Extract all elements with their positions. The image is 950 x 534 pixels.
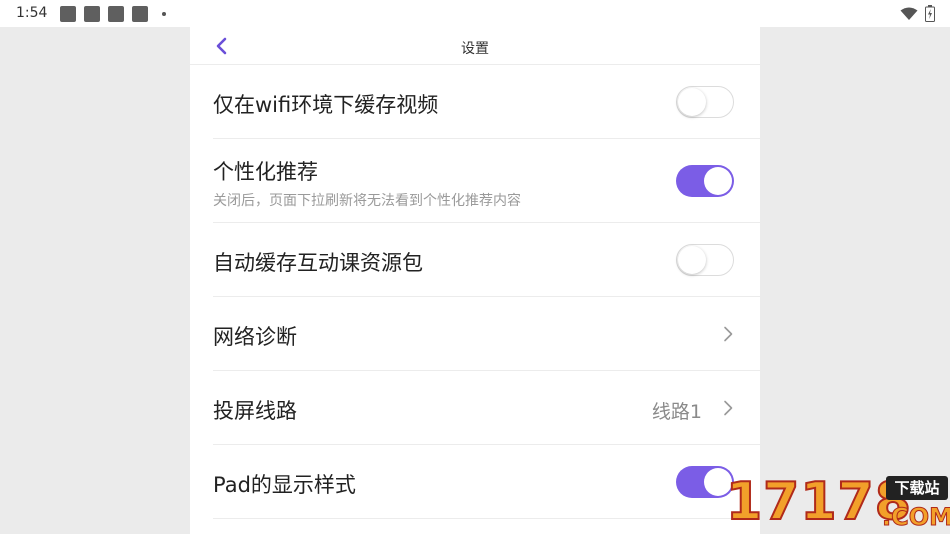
page-title: 设置	[461, 41, 489, 57]
toggle-knob	[678, 246, 706, 274]
setting-subtitle: 关闭后，页面下拉刷新将无法看到个性化推荐内容	[213, 193, 521, 209]
wifi-cache-toggle[interactable]	[676, 86, 734, 118]
battery-icon	[925, 5, 935, 22]
site-watermark: 17178 下载站 .COM	[722, 470, 950, 534]
setting-label: 网络诊断	[213, 325, 297, 349]
toggle-knob	[704, 167, 732, 195]
watermark-suffix: .COM	[881, 503, 950, 531]
setting-cast-route[interactable]: 投屏线路 线路1	[213, 371, 760, 445]
notification-icon	[108, 6, 124, 22]
notification-icon	[132, 6, 148, 22]
personalized-recommend-toggle[interactable]	[676, 165, 734, 197]
setting-wifi-cache: 仅在wifi环境下缓存视频	[213, 65, 760, 139]
notification-icon	[60, 6, 76, 22]
setting-label: 自动缓存互动课资源包	[213, 251, 423, 275]
chevron-right-icon	[724, 326, 733, 342]
watermark-badge: 下载站	[886, 476, 948, 500]
toggle-knob	[678, 88, 706, 116]
nav-header: 设置	[190, 27, 760, 65]
setting-label: 仅在wifi环境下缓存视频	[213, 93, 439, 117]
status-bar: 1:54	[0, 0, 950, 27]
setting-network-diagnosis[interactable]: 网络诊断	[213, 297, 760, 371]
auto-cache-toggle[interactable]	[676, 244, 734, 276]
wifi-icon	[900, 7, 918, 20]
setting-label: Pad的显示样式	[213, 473, 356, 497]
setting-label: 投屏线路	[213, 399, 297, 423]
notification-icon	[84, 6, 100, 22]
setting-personalized-recommend: 个性化推荐 关闭后，页面下拉刷新将无法看到个性化推荐内容	[213, 139, 760, 223]
setting-auto-cache-resources: 自动缓存互动课资源包	[213, 223, 760, 297]
status-time: 1:54	[16, 5, 48, 21]
cast-route-value: 线路1	[651, 401, 702, 423]
settings-panel: 设置 仅在wifi环境下缓存视频 个性化推荐 关闭后，页面下拉刷新将无法看到个性…	[190, 27, 760, 534]
chevron-right-icon	[724, 400, 733, 416]
setting-label: 个性化推荐	[213, 160, 318, 184]
setting-pad-display-style: Pad的显示样式	[213, 445, 760, 519]
more-notifications-dot	[162, 12, 166, 16]
